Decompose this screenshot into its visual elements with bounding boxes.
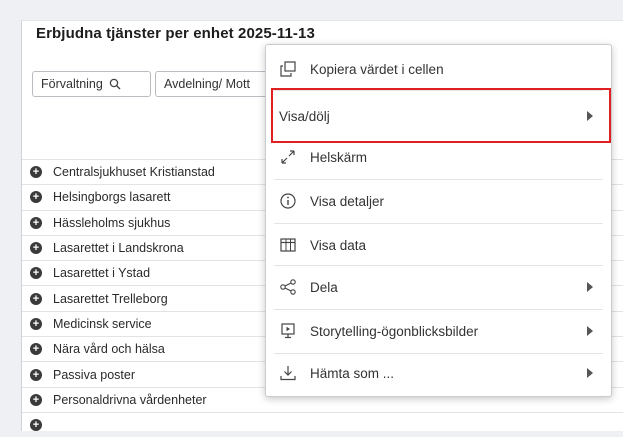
row-label: Passiva poster bbox=[53, 367, 135, 382]
expand-plus-icon[interactable]: + bbox=[30, 317, 42, 330]
expand-plus-icon[interactable]: + bbox=[30, 191, 42, 204]
menu-item-label: Kopiera värdet i cellen bbox=[310, 61, 444, 77]
row-label: Lasarettet i Landskrona bbox=[53, 241, 184, 256]
expand-plus-icon[interactable]: + bbox=[30, 216, 42, 229]
row-label: Personaldrivna vårdenheter bbox=[53, 392, 207, 407]
menu-item-share[interactable]: Dela bbox=[266, 265, 611, 309]
share-icon bbox=[277, 278, 299, 296]
row-label: Centralsjukhuset Kristianstad bbox=[53, 165, 215, 180]
expand-plus-icon[interactable]: + bbox=[30, 166, 42, 179]
menu-item-label: Dela bbox=[310, 279, 338, 295]
copy-icon bbox=[277, 60, 299, 78]
expand-icon bbox=[277, 148, 299, 166]
context-menu: Kopiera värdet i cellen Visa/dölj Helskä… bbox=[265, 44, 612, 397]
menu-item-show-details[interactable]: Visa detaljer bbox=[266, 179, 611, 223]
expand-plus-icon[interactable]: + bbox=[30, 368, 42, 381]
table-row[interactable]: + bbox=[22, 411, 623, 437]
info-icon bbox=[277, 192, 299, 210]
filter-label: Förvaltning bbox=[41, 77, 103, 91]
expand-plus-icon[interactable]: + bbox=[30, 419, 42, 432]
row-label: Lasarettet Trelleborg bbox=[53, 291, 168, 306]
table-icon bbox=[277, 236, 299, 254]
filter-forvaltning[interactable]: Förvaltning bbox=[32, 71, 151, 97]
menu-item-storytelling[interactable]: Storytelling-ögonblicksbilder bbox=[266, 309, 611, 353]
menu-item-copy-cell[interactable]: Kopiera värdet i cellen bbox=[266, 47, 611, 91]
row-label: Lasarettet i Ystad bbox=[53, 266, 151, 281]
expand-plus-icon[interactable]: + bbox=[30, 393, 42, 406]
row-label: Medicinsk service bbox=[53, 316, 152, 331]
menu-item-download[interactable]: Hämta som ... bbox=[266, 351, 611, 395]
expand-plus-icon[interactable]: + bbox=[30, 292, 42, 305]
menu-item-label: Visa detaljer bbox=[310, 193, 385, 209]
snapshot-icon bbox=[277, 322, 299, 340]
submenu-arrow-icon bbox=[587, 368, 593, 378]
menu-item-show-data[interactable]: Visa data bbox=[266, 223, 611, 267]
row-label: Helsingborgs lasarett bbox=[53, 190, 171, 205]
row-label: Nära vård och hälsa bbox=[53, 342, 165, 357]
submenu-arrow-icon bbox=[587, 326, 593, 336]
search-icon bbox=[109, 78, 121, 90]
menu-item-label: Visa data bbox=[310, 237, 367, 253]
expand-plus-icon[interactable]: + bbox=[30, 242, 42, 255]
row-label: Hässleholms sjukhus bbox=[53, 215, 171, 230]
menu-item-fullscreen[interactable]: Helskärm bbox=[266, 135, 611, 179]
panel-title: Erbjudna tjänster per enhet 2025-11-13 bbox=[36, 25, 315, 42]
expand-plus-icon[interactable]: + bbox=[30, 343, 42, 356]
expand-plus-icon[interactable]: + bbox=[30, 267, 42, 280]
submenu-arrow-icon bbox=[587, 282, 593, 292]
menu-item-label: Helskärm bbox=[310, 149, 368, 165]
download-icon bbox=[277, 364, 299, 382]
menu-item-label: Hämta som ... bbox=[310, 365, 395, 381]
menu-item-label: Storytelling-ögonblicksbilder bbox=[310, 323, 479, 339]
filter-label: Avdelning/ Mott bbox=[164, 77, 250, 91]
